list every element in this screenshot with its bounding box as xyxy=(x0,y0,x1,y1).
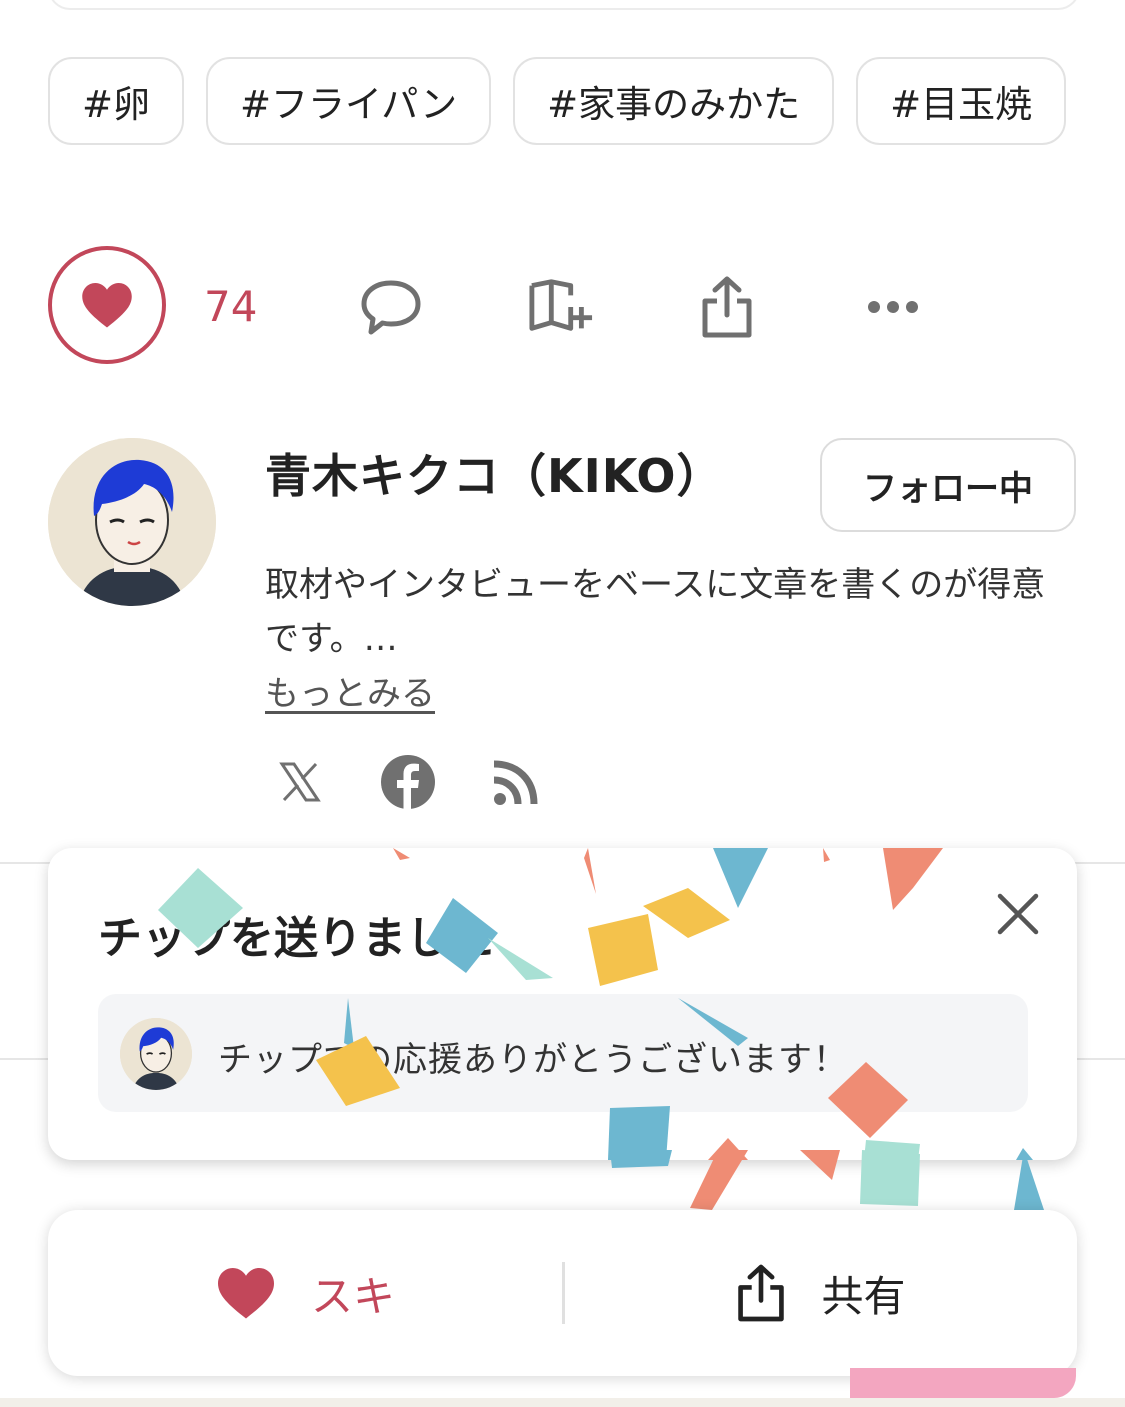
article-action-bar: 74 xyxy=(48,246,1077,368)
hashtag-chip[interactable]: #卵 xyxy=(48,57,185,145)
creator-avatar-small xyxy=(120,1018,192,1090)
creator-bio: 取材やインタビューをベースに文章を書くのが得意です。… xyxy=(265,565,1046,659)
share-icon xyxy=(702,276,752,338)
share-button[interactable] xyxy=(694,274,760,340)
bottom-edge xyxy=(0,1398,1125,1407)
share-label: 共有 xyxy=(821,1271,906,1321)
avatar-illustration xyxy=(120,1018,192,1090)
heart-icon xyxy=(217,1268,274,1319)
bottom-action-bar: スキ 共有 xyxy=(48,1210,1077,1376)
facebook-icon xyxy=(381,755,435,810)
tip-sent-dialog: チップを送りました チップでの応援ありがとうございます！ xyxy=(48,848,1077,1160)
avatar-illustration xyxy=(48,438,216,606)
x-icon xyxy=(279,762,321,802)
tip-message-box: チップでの応援ありがとうございます！ xyxy=(98,994,1028,1112)
rss-link[interactable] xyxy=(484,750,548,814)
tip-thanks-message: チップでの応援ありがとうございます！ xyxy=(218,1040,848,1080)
comment-icon xyxy=(361,280,421,335)
hashtag-chip[interactable]: #フライパン xyxy=(206,57,492,145)
comment-button[interactable] xyxy=(358,274,424,340)
close-button[interactable] xyxy=(988,884,1048,944)
close-icon xyxy=(997,893,1039,935)
rss-icon xyxy=(493,760,538,805)
note-banner-peek xyxy=(850,1368,1076,1398)
tip-dialog-title: チップを送りました xyxy=(98,913,494,964)
like-count: 74 xyxy=(204,282,258,331)
heart-icon xyxy=(82,282,132,328)
hashtag-chip[interactable]: #目玉焼 xyxy=(856,57,1067,145)
bottom-share-button[interactable]: 共有 xyxy=(564,1210,1077,1376)
previous-card-edge xyxy=(48,0,1080,10)
creator-avatar[interactable] xyxy=(48,438,216,606)
follow-button[interactable]: フォロー中 xyxy=(820,438,1076,532)
add-to-magazine-button[interactable] xyxy=(528,274,594,340)
magazine-add-icon xyxy=(529,279,593,331)
more-options-button[interactable] xyxy=(860,274,926,340)
hashtag-list: #卵 #フライパン #家事のみかた #目玉焼 xyxy=(48,57,1077,151)
more-icon xyxy=(868,301,918,313)
creator-name[interactable]: 青木キクコ（KIKO） xyxy=(265,440,723,506)
like-button[interactable] xyxy=(48,246,166,364)
like-label: スキ xyxy=(310,1271,395,1321)
share-icon xyxy=(738,1264,785,1322)
facebook-link[interactable] xyxy=(376,750,440,814)
hashtag-chip[interactable]: #家事のみかた xyxy=(513,57,835,145)
show-more-link[interactable]: もっとみる xyxy=(265,666,435,715)
x-link[interactable] xyxy=(268,750,332,814)
bottom-like-button[interactable]: スキ xyxy=(48,1210,562,1376)
